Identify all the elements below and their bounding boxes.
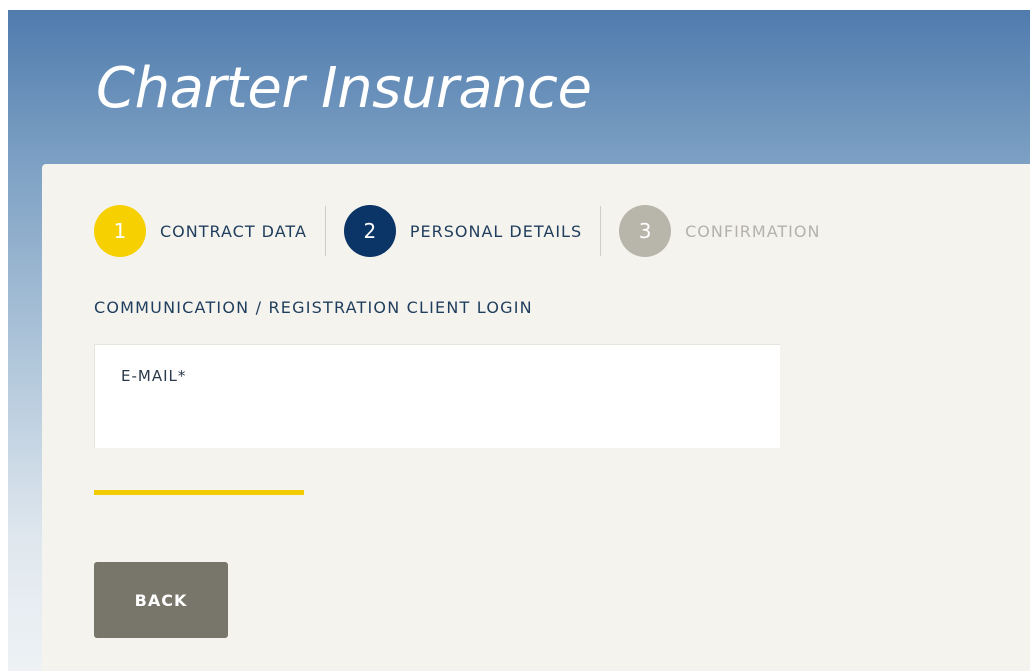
step-number-circle-1: 1 [94,205,146,257]
step-contract-data[interactable]: 1 CONTRACT DATA [94,204,307,258]
step-number-circle-2: 2 [343,205,396,257]
email-field-label: E-MAIL* [121,367,187,385]
back-button[interactable]: BACK [94,562,228,638]
step-divider [324,206,326,256]
step-personal-details[interactable]: 2 PERSONAL DETAILS [343,204,583,258]
email-field-container[interactable]: E-MAIL* [94,344,780,448]
step-label-confirmation: CONFIRMATION [685,221,821,241]
step-confirmation: 3 CONFIRMATION [619,204,820,258]
email-input[interactable] [121,397,755,435]
step-label-personal-details: PERSONAL DETAILS [409,221,583,241]
brand-title: Charter Insurance [96,56,592,121]
step-number-circle-3: 3 [619,205,672,257]
accent-underline [94,490,304,495]
page-frame: Charter Insurance 1 CONTRACT DATA 2 PERS… [8,10,1030,671]
step-divider [600,206,602,256]
form-card: 1 CONTRACT DATA 2 PERSONAL DETAILS 3 CON… [42,164,1030,671]
section-heading: COMMUNICATION / REGISTRATION CLIENT LOGI… [94,298,533,317]
progress-steps: 1 CONTRACT DATA 2 PERSONAL DETAILS 3 CON… [94,204,820,258]
step-label-contract-data: CONTRACT DATA [160,221,307,241]
